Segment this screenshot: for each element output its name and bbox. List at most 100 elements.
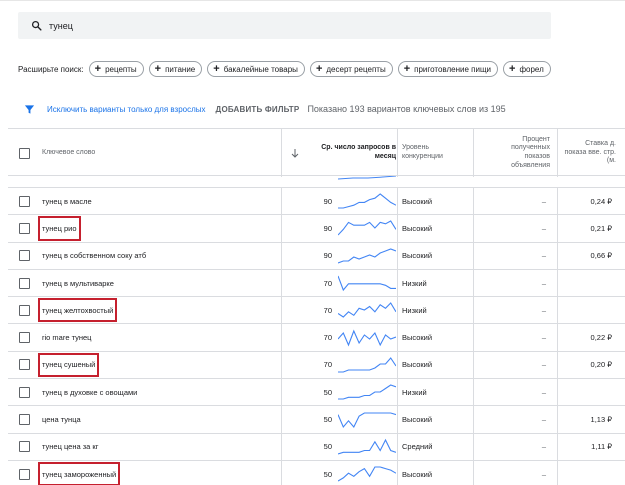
sparkline-line bbox=[338, 193, 396, 209]
table-row[interactable]: тунец желтохвостый 70 Низкий – bbox=[8, 297, 625, 325]
trend-sparkline bbox=[338, 243, 396, 269]
sparkline-line bbox=[338, 438, 396, 455]
sparkline-chart bbox=[338, 302, 396, 319]
keyword-cell: цена тунца bbox=[42, 415, 81, 425]
impression-share-cell: – bbox=[541, 360, 546, 370]
bid-cell: 1,13 ₽ bbox=[590, 415, 612, 425]
impression-share-header[interactable]: Процент полученных показов объявления bbox=[488, 129, 550, 177]
sparkline-line bbox=[338, 302, 396, 319]
sparkline-line bbox=[338, 357, 396, 373]
competition-cell: Высокий bbox=[402, 251, 433, 261]
keyword-cell: тунец в масле bbox=[42, 196, 92, 206]
table-row[interactable]: тунец в духовке с овощами 50 Низкий – bbox=[8, 379, 625, 407]
exclude-adult-link[interactable]: Исключить варианты только для взрослых bbox=[47, 105, 206, 114]
volume-cell: 50 bbox=[323, 415, 332, 425]
keyword-cell: тунец цена за кг bbox=[42, 442, 99, 452]
bid-cell bbox=[568, 379, 612, 405]
plus-icon: + bbox=[509, 62, 516, 75]
filter-bar: Исключить варианты только для взрослых Д… bbox=[24, 102, 506, 116]
competition-cell: Высокий bbox=[402, 333, 433, 343]
chip-label: бакалейные товары bbox=[223, 64, 298, 74]
add-filter-button[interactable]: ДОБАВИТЬ ФИЛЬТР bbox=[216, 105, 300, 114]
table-header: Ключевое слово Ср. число запросов в меся… bbox=[8, 128, 625, 177]
suggestion-chip[interactable]: + приготовление пищи bbox=[397, 61, 499, 77]
keyword-cell: тунец в собственном соку атб bbox=[42, 251, 147, 261]
row-checkbox[interactable] bbox=[19, 359, 30, 371]
suggestion-chip[interactable]: + десерт рецепты bbox=[309, 61, 393, 77]
trend-sparkline bbox=[338, 461, 396, 485]
plus-icon: + bbox=[213, 62, 220, 75]
sparkline-chart bbox=[338, 193, 396, 209]
table-row[interactable]: тунец в масле 90 Высокий – 0,24 ₽ bbox=[8, 188, 625, 216]
row-checkbox[interactable] bbox=[19, 386, 30, 398]
table-row[interactable]: тунец в мультиварке 70 Низкий – bbox=[8, 269, 625, 298]
sort-arrow-icon[interactable] bbox=[291, 129, 299, 177]
volume-header[interactable]: Ср. число запросов в месяц bbox=[304, 129, 396, 177]
row-checkbox[interactable] bbox=[19, 277, 30, 289]
impression-share-cell: – bbox=[541, 333, 546, 343]
sparkline-line bbox=[338, 384, 396, 400]
competition-cell: Низкий bbox=[402, 305, 427, 315]
table-row[interactable]: тунец в собственном соку атб 90 Высокий – 0,… bbox=[8, 242, 625, 270]
impression-share-cell: – bbox=[541, 305, 546, 315]
keyword-cell: тунец рио bbox=[42, 223, 77, 233]
volume-cell: 50 bbox=[323, 469, 332, 479]
table-body: тунец в масле 90 Высокий – 0,24 ₽ тунец рио 90… bbox=[8, 188, 625, 485]
table-row[interactable]: тунец цена за кг 50 Средний – 1,11 ₽ bbox=[8, 433, 625, 461]
competition-cell: Высокий bbox=[402, 196, 433, 206]
sparkline-chart bbox=[338, 466, 396, 482]
table-row[interactable]: rio mare тунец 70 Высокий – 0,22 ₽ bbox=[8, 324, 625, 352]
keyword-cell: тунец в духовке с овощами bbox=[42, 387, 138, 397]
chip-label: рецепты bbox=[105, 64, 137, 74]
row-checkbox[interactable] bbox=[19, 414, 30, 426]
row-checkbox[interactable] bbox=[19, 195, 30, 207]
table-row[interactable]: цена тунца 50 Высокий – 1,13 ₽ bbox=[8, 406, 625, 434]
table-row[interactable]: тунец сушеный 70 Высокий – 0,20 ₽ bbox=[8, 351, 625, 380]
sparkline-chart bbox=[338, 275, 396, 292]
search-input[interactable]: тунец bbox=[49, 21, 73, 31]
row-checkbox[interactable] bbox=[19, 332, 30, 344]
row-checkbox[interactable] bbox=[19, 250, 30, 262]
competition-cell: Низкий bbox=[402, 387, 427, 397]
keyword-cell: тунец замороженный bbox=[42, 469, 117, 479]
select-all-checkbox[interactable] bbox=[19, 147, 30, 159]
sparkline-line bbox=[338, 275, 396, 292]
top-divider bbox=[0, 0, 625, 1]
table-row[interactable]: тунец рио 90 Высокий – 0,21 ₽ bbox=[8, 215, 625, 243]
bid-cell bbox=[568, 270, 612, 296]
suggestion-chip[interactable]: + форел bbox=[503, 61, 551, 77]
bid-cell: 0,20 ₽ bbox=[590, 360, 612, 370]
row-checkbox[interactable] bbox=[19, 468, 30, 480]
suggestion-chip[interactable]: + питание bbox=[148, 61, 203, 77]
trend-sparkline bbox=[338, 324, 396, 350]
competition-cell: Высокий bbox=[402, 360, 433, 370]
bid-header[interactable]: Ставка д. показа вве. стр. (м. bbox=[564, 129, 616, 177]
volume-cell: 90 bbox=[323, 251, 332, 261]
trend-sparkline bbox=[338, 270, 396, 296]
volume-cell: 50 bbox=[323, 387, 332, 397]
chip-label: форел bbox=[519, 64, 544, 74]
row-checkbox[interactable] bbox=[19, 441, 30, 453]
impression-share-cell: – bbox=[541, 469, 546, 479]
sparkline-line bbox=[338, 220, 396, 236]
results-count: Показано 193 вариантов ключевых слов из … bbox=[307, 104, 506, 114]
suggestion-chip[interactable]: + рецепты bbox=[88, 61, 144, 77]
bid-cell bbox=[568, 297, 612, 323]
bid-cell bbox=[568, 461, 612, 485]
row-checkbox[interactable] bbox=[19, 222, 30, 234]
plus-icon: + bbox=[315, 62, 323, 75]
impression-share-cell: – bbox=[541, 415, 546, 425]
filter-icon[interactable] bbox=[24, 104, 35, 115]
keyword-header[interactable]: Ключевое слово bbox=[42, 129, 95, 177]
bid-cell: 0,24 ₽ bbox=[590, 196, 612, 206]
row-checkbox[interactable] bbox=[19, 304, 30, 316]
search-bar[interactable]: тунец bbox=[18, 12, 551, 39]
suggestion-chip[interactable]: + бакалейные товары bbox=[207, 61, 305, 77]
table-row[interactable]: тунец замороженный 50 Высокий – bbox=[8, 460, 625, 485]
plus-icon: + bbox=[154, 62, 162, 75]
volume-cell: 90 bbox=[323, 196, 332, 206]
competition-header[interactable]: Уровень конкуренции bbox=[402, 129, 468, 177]
broaden-search-bar: Расширьте поиск: + рецепты + питание + бака… bbox=[18, 61, 556, 77]
volume-cell: 70 bbox=[323, 278, 332, 288]
impression-share-cell: – bbox=[541, 387, 546, 397]
